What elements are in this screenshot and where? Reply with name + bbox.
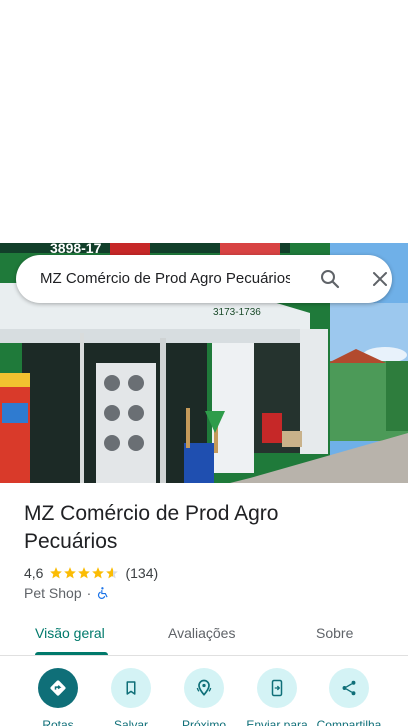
svg-text:3173-1736: 3173-1736 [213,307,261,318]
wheelchair-accessible-icon [98,587,108,599]
search-input[interactable]: MZ Comércio de Prod Agro Pecuários [40,269,290,289]
category-row: Pet Shop · [24,583,110,603]
close-icon[interactable] [368,267,392,291]
nearby-label: Próximo [181,718,226,726]
directions-circle[interactable] [38,668,78,708]
rating-stars [49,566,119,580]
share-circle[interactable] [329,668,369,708]
search-bar[interactable]: MZ Comércio de Prod Agro Pecuários [16,255,392,303]
rating-row[interactable]: 4,6 (134) [24,563,158,583]
tab-overview[interactable]: Visão geral [35,624,105,642]
search-icon[interactable] [318,267,342,291]
rating-value: 4,6 [24,565,44,581]
place-tabs: Visão geral Avaliações Sobre [0,612,408,656]
send-to-phone-icon [271,679,283,697]
save-button[interactable]: Salvar [96,668,166,726]
share-label: Compartilha [316,718,382,726]
active-tab-indicator [35,652,108,655]
star-icon [64,567,77,579]
map-blank-area [0,0,408,243]
tab-about[interactable]: Sobre [316,624,353,642]
save-circle[interactable] [111,668,151,708]
directions-button[interactable]: Rotas [23,668,93,726]
nearby-button[interactable]: Próximo [169,668,239,726]
nearby-icon [196,679,212,696]
half-star-icon [106,567,119,579]
send-to-phone-label: Enviar para [246,718,308,726]
tab-reviews[interactable]: Avaliações [168,624,235,642]
bookmark-icon [126,681,136,695]
share-button[interactable]: Compartilha [314,668,384,726]
place-title: MZ Comércio de Prod Agro Pecuários [24,502,279,553]
review-count[interactable]: (134) [125,565,158,581]
separator-dot: · [86,585,92,601]
send-to-phone-button[interactable]: Enviar para [242,668,312,726]
star-icon [50,567,63,579]
directions-icon [50,680,66,696]
star-icon [78,567,91,579]
place-category: Pet Shop [24,585,82,601]
star-icon [92,567,105,579]
action-buttons: Rotas Salvar Próximo Enviar para Compart… [0,668,408,726]
save-label: Salvar [113,718,148,726]
share-icon [342,680,356,696]
directions-label: Rotas [42,718,74,726]
nearby-circle[interactable] [184,668,224,708]
send-to-phone-circle[interactable] [257,668,297,708]
